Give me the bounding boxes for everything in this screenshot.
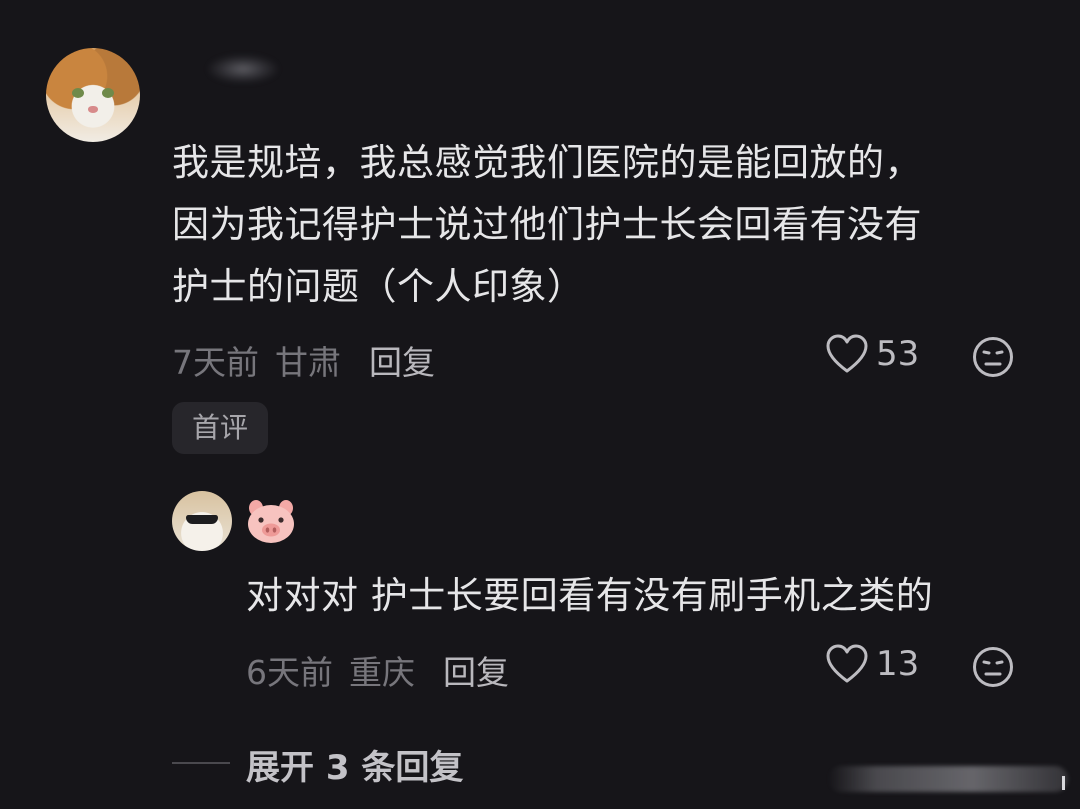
- reply-text: 对对对 护士长要回看有没有刷手机之类的: [246, 574, 934, 617]
- heart-icon: [826, 334, 868, 373]
- reply-reply-button[interactable]: 回复: [443, 653, 509, 692]
- like-button[interactable]: 53: [826, 334, 919, 374]
- dislike-emoji-button[interactable]: [972, 336, 1014, 382]
- avatar-nose: [88, 106, 98, 113]
- user-avatar[interactable]: [46, 48, 140, 142]
- comment-time: 7天前: [172, 343, 259, 382]
- reply-dislike-emoji-button[interactable]: [972, 646, 1014, 692]
- comment-text-line: 因为我记得护士说过他们护士长会回看有没有: [172, 203, 922, 246]
- reply-location: 重庆: [349, 653, 415, 692]
- reply-meta: 6天前 重庆 回复: [246, 646, 509, 694]
- expand-replies-button[interactable]: 展开 3 条回复: [246, 740, 463, 789]
- neutral-face-icon: [973, 337, 1013, 377]
- pig-face-icon[interactable]: [246, 498, 296, 544]
- avatar-eye: [72, 88, 84, 98]
- comment-text-line: 护士的问题（个人印象）: [172, 265, 585, 308]
- neutral-face-icon: [973, 647, 1013, 687]
- comment-text-line: 我是规培，我总感觉我们医院的是能回放的，: [172, 141, 922, 184]
- watermark-blurred: [828, 766, 1068, 792]
- reply-like-button[interactable]: 13: [826, 644, 919, 684]
- heart-icon: [826, 644, 868, 683]
- first-comment-badge: 首评: [172, 402, 269, 454]
- like-count: 53: [876, 334, 920, 374]
- sunglasses-icon: [186, 515, 218, 524]
- reply-button[interactable]: 回复: [369, 343, 435, 382]
- avatar-eye: [102, 88, 114, 98]
- reply-like-count: 13: [876, 644, 920, 684]
- reply-user-avatar[interactable]: [172, 491, 232, 551]
- comment-meta: 7天前 甘肃 回复: [172, 336, 435, 384]
- comment-text: 我是规培，我总感觉我们医院的是能回放的， 因为我记得护士说过他们护士长会回看有没…: [172, 132, 1032, 318]
- username-blurred[interactable]: [208, 55, 278, 83]
- comment-location: 甘肃: [275, 343, 341, 382]
- watermark-mark: [1062, 776, 1065, 790]
- reply-time: 6天前: [246, 653, 333, 692]
- expand-divider: [172, 762, 230, 764]
